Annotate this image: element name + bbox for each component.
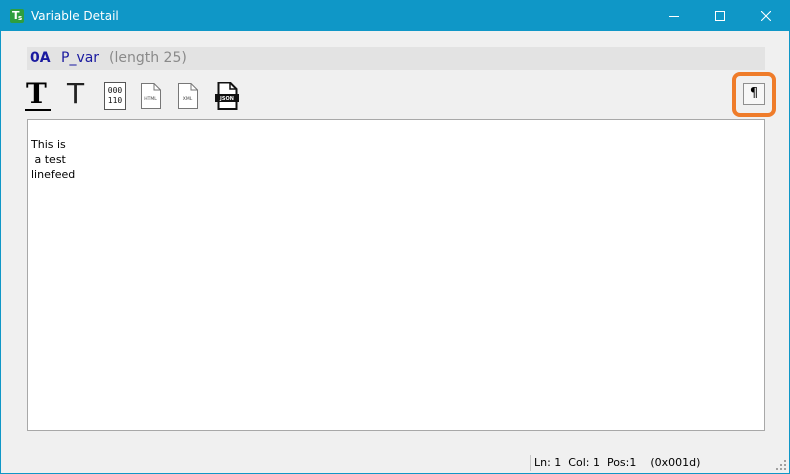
show-linefeeds-button[interactable]: ¶ — [743, 83, 765, 105]
svg-text:110: 110 — [108, 96, 123, 105]
view-toolbar: T T 000 110 HTML XML JSON — [23, 79, 263, 113]
xml-file-icon: XML — [178, 83, 198, 109]
minimize-icon — [669, 16, 679, 17]
bold-t-icon: T — [26, 77, 47, 110]
variable-header: 0A P_var (length 25) — [27, 47, 765, 70]
active-underline — [25, 109, 51, 111]
maximize-button[interactable] — [697, 1, 743, 31]
close-icon — [761, 11, 771, 21]
minimize-button[interactable] — [651, 1, 697, 31]
variable-code: 0A — [30, 50, 51, 66]
window-title: Variable Detail — [31, 9, 119, 23]
variable-detail-window: Ts Variable Detail 0A P_var (length 25) … — [0, 0, 790, 474]
json-view-button[interactable]: JSON — [213, 79, 243, 113]
html-view-button[interactable]: HTML — [139, 79, 169, 113]
maximize-icon — [715, 11, 725, 21]
json-file-icon: JSON — [215, 82, 239, 110]
variable-name: P_var — [61, 50, 100, 66]
cursor-position-status: Ln: 1 Col: 1 Pos:1 (0x001d) — [534, 456, 701, 469]
resize-grip-icon[interactable] — [776, 460, 786, 470]
svg-text:HTML: HTML — [144, 96, 157, 102]
status-bar: Ln: 1 Col: 1 Pos:1 (0x001d) — [1, 453, 789, 473]
binary-view-button[interactable]: 000 110 — [103, 79, 133, 113]
html-file-icon: HTML — [141, 83, 161, 109]
variable-length: (length 25) — [109, 50, 187, 66]
svg-text:000: 000 — [108, 86, 123, 95]
bold-text-view-button[interactable]: T — [23, 79, 53, 113]
plain-text-view-button[interactable]: T — [63, 79, 93, 113]
pilcrow-icon: ¶ — [749, 86, 759, 101]
svg-text:JSON: JSON — [219, 96, 234, 102]
title-bar[interactable]: Ts Variable Detail — [1, 1, 789, 31]
close-button[interactable] — [743, 1, 789, 31]
editor-content: This is a test linefeed — [31, 138, 76, 181]
binary-icon: 000 110 — [104, 82, 126, 110]
plain-t-icon: T — [67, 77, 85, 110]
svg-text:XML: XML — [183, 96, 193, 102]
status-divider — [530, 455, 531, 471]
variable-content-editor[interactable]: This is a test linefeed — [27, 119, 765, 431]
xml-view-button[interactable]: XML — [176, 79, 206, 113]
app-t-icon: Ts — [10, 9, 24, 23]
